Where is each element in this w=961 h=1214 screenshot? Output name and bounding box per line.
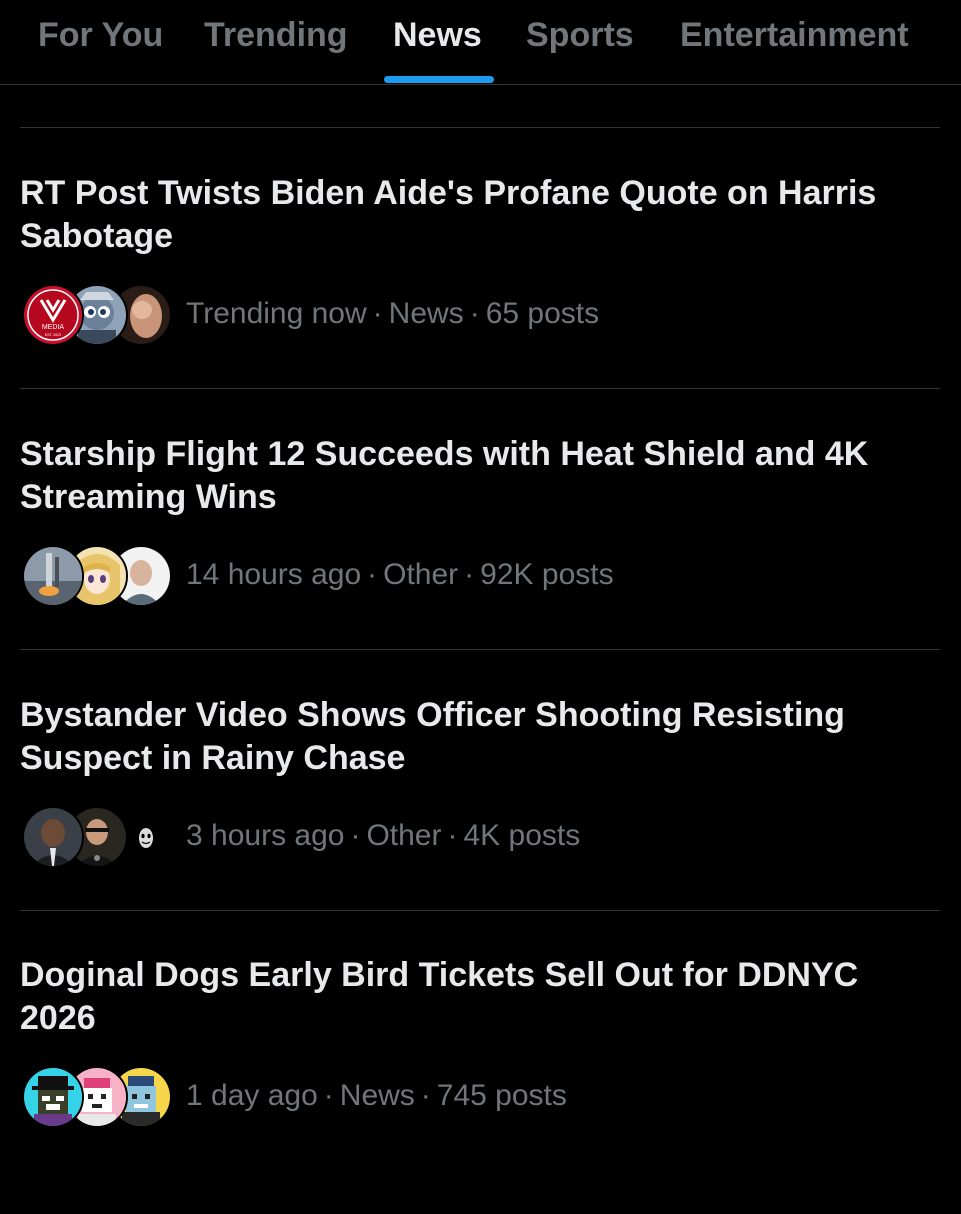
avatar-logo-subtext: EST. 2023 bbox=[45, 333, 61, 337]
media-logo-avatar: MEDIA EST. 2023 bbox=[22, 284, 84, 346]
separator-dot: · bbox=[350, 819, 361, 852]
divider bbox=[20, 649, 940, 650]
tab-sports[interactable]: Sports bbox=[526, 14, 634, 56]
tab-for-you[interactable]: For You bbox=[38, 14, 163, 56]
story-headline[interactable]: RT Post Twists Biden Aide's Profane Quot… bbox=[20, 172, 920, 258]
news-story-item[interactable]: Starship Flight 12 Succeeds with Heat Sh… bbox=[0, 433, 961, 693]
news-story-item[interactable]: Doginal Dogs Early Bird Tickets Sell Out… bbox=[0, 954, 961, 1214]
separator-dot: · bbox=[420, 1079, 431, 1112]
news-story-item[interactable]: RT Post Twists Biden Aide's Profane Quot… bbox=[0, 172, 961, 432]
avatar-group bbox=[22, 806, 172, 868]
story-category: Other bbox=[383, 558, 459, 591]
rocket-launch-avatar bbox=[22, 545, 84, 607]
story-metadata: 14 hours ago · Other · 92K posts bbox=[186, 557, 614, 593]
story-metadata: 3 hours ago · Other · 4K posts bbox=[186, 818, 580, 854]
tab-news[interactable]: News bbox=[393, 14, 482, 56]
active-tab-indicator bbox=[384, 76, 494, 83]
story-category: News bbox=[339, 1079, 415, 1112]
story-time: Trending now bbox=[186, 297, 367, 330]
story-category: Other bbox=[366, 819, 442, 852]
separator-dot: · bbox=[323, 1079, 334, 1112]
tab-entertainment[interactable]: Entertainment bbox=[680, 14, 909, 56]
tab-trending[interactable]: Trending bbox=[204, 14, 348, 56]
story-time: 14 hours ago bbox=[186, 558, 362, 591]
avatar-group bbox=[22, 1066, 172, 1128]
divider bbox=[20, 127, 940, 128]
avatar-logo-text: MEDIA bbox=[42, 324, 65, 331]
story-headline[interactable]: Starship Flight 12 Succeeds with Heat Sh… bbox=[20, 433, 920, 519]
person-photo-avatar bbox=[22, 806, 84, 868]
pixel-dog-avatar bbox=[22, 1066, 84, 1128]
separator-dot: · bbox=[447, 819, 458, 852]
news-story-item[interactable]: Bystander Video Shows Officer Shooting R… bbox=[0, 694, 961, 954]
story-post-count: 65 posts bbox=[485, 297, 600, 330]
divider bbox=[20, 910, 940, 911]
separator-dot: · bbox=[367, 558, 378, 591]
story-metadata: 1 day ago · News · 745 posts bbox=[186, 1078, 567, 1114]
divider bbox=[20, 388, 940, 389]
separator-dot: · bbox=[464, 558, 475, 591]
story-post-count: 92K posts bbox=[480, 558, 614, 591]
story-category: News bbox=[388, 297, 464, 330]
story-time: 3 hours ago bbox=[186, 819, 345, 852]
separator-dot: · bbox=[469, 297, 480, 330]
story-post-count: 4K posts bbox=[463, 819, 581, 852]
story-post-count: 745 posts bbox=[436, 1079, 567, 1112]
avatar-group: MEDIA EST. 2023 bbox=[22, 284, 172, 346]
story-headline[interactable]: Doginal Dogs Early Bird Tickets Sell Out… bbox=[20, 954, 920, 1040]
avatar-group bbox=[22, 545, 172, 607]
separator-dot: · bbox=[372, 297, 383, 330]
story-metadata: Trending now · News · 65 posts bbox=[186, 296, 599, 332]
story-time: 1 day ago bbox=[186, 1079, 318, 1112]
story-headline[interactable]: Bystander Video Shows Officer Shooting R… bbox=[20, 694, 920, 780]
tab-bar: For You Trending News Sports Entertainme… bbox=[0, 0, 961, 85]
